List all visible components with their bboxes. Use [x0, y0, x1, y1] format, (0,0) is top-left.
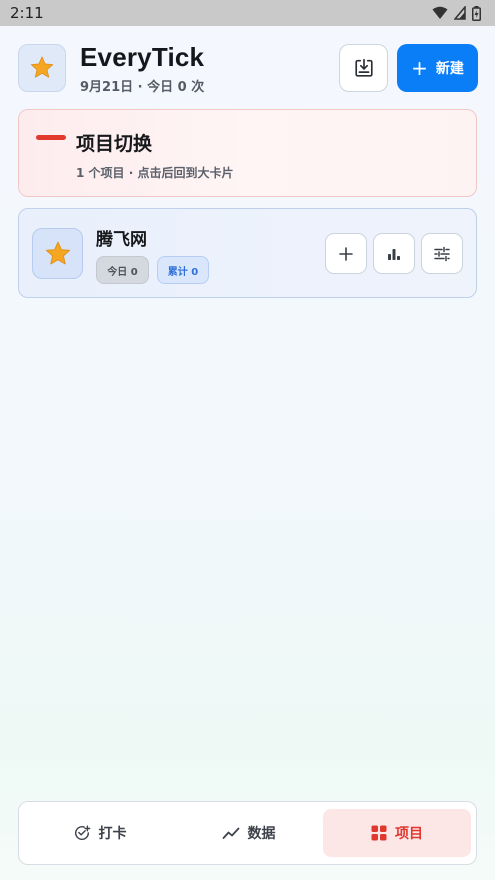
star-icon — [30, 56, 54, 78]
trend-icon — [222, 827, 239, 839]
plus-icon: + — [411, 56, 428, 80]
status-time: 2:11 — [10, 4, 44, 22]
wifi-icon — [432, 6, 448, 19]
tab-data-label: 数据 — [247, 826, 276, 842]
tab-checkin[interactable]: 打卡 — [27, 809, 172, 857]
bar-chart-icon — [388, 248, 400, 260]
switch-card-subtitle: 1 个项目 · 点击后回到大卡片 — [76, 166, 234, 180]
tab-checkin-label: 打卡 — [98, 826, 127, 842]
today-count-badge: 今日 0 — [96, 256, 149, 284]
stats-button[interactable] — [373, 233, 415, 274]
star-icon — [45, 241, 70, 264]
project-icon — [32, 228, 83, 279]
new-button-label: 新建 — [435, 61, 464, 77]
tab-projects[interactable]: 项目 — [323, 809, 471, 857]
grid-icon — [371, 825, 387, 841]
battery-icon — [472, 5, 481, 21]
tab-data[interactable]: 数据 — [176, 809, 321, 857]
total-count-badge: 累计 0 — [157, 256, 209, 284]
app-subtitle: 9月21日 · 今日 0 次 — [80, 80, 205, 95]
download-box-icon — [354, 58, 373, 77]
project-card[interactable]: 腾飞网 今日 0 累计 0 — [18, 208, 477, 298]
check-add-icon — [74, 825, 90, 841]
app-logo — [18, 44, 66, 92]
project-name: 腾飞网 — [96, 230, 147, 250]
app-title: EveryTick — [80, 42, 205, 72]
adjust-settings-button[interactable] — [421, 233, 463, 274]
project-switch-card: 项目切换 1 个项目 · 点击后回到大卡片 — [18, 109, 477, 197]
export-button[interactable] — [339, 44, 388, 92]
accent-bar — [36, 135, 66, 140]
status-icons — [432, 5, 481, 21]
switch-card-title: 项目切换 — [76, 133, 153, 155]
add-tick-button[interactable] — [325, 233, 367, 274]
sliders-icon — [434, 246, 450, 261]
bottom-tab-bar: 打卡 数据 项目 — [18, 801, 477, 865]
new-project-button[interactable]: + 新建 — [397, 44, 478, 92]
tab-projects-label: 项目 — [395, 826, 423, 842]
status-bar: 2:11 — [0, 0, 495, 26]
signal-icon — [454, 6, 466, 20]
app-header: EveryTick 9月21日 · 今日 0 次 + 新建 — [18, 42, 478, 95]
plus-icon — [339, 246, 353, 261]
